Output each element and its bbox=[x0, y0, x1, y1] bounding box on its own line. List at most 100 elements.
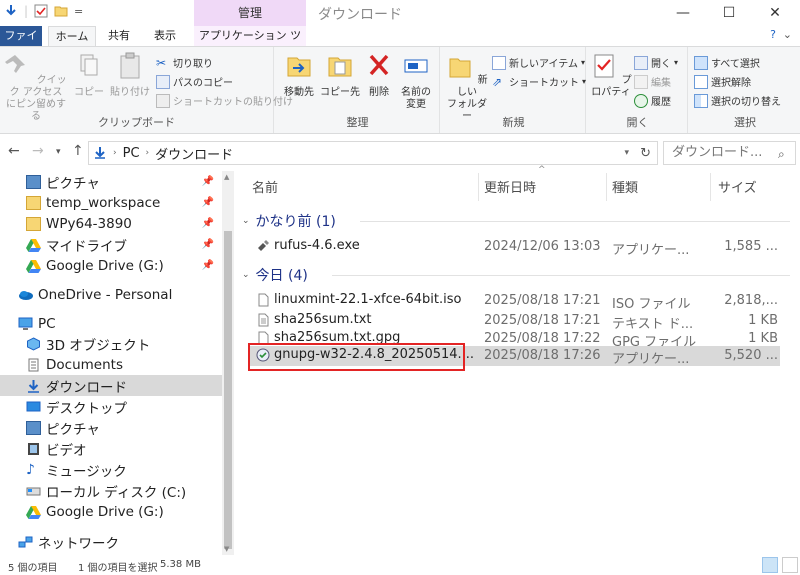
delete-label: 削除 bbox=[369, 87, 389, 98]
paste-button[interactable]: 貼り付け bbox=[110, 51, 150, 99]
new-folder-button[interactable]: 新しい フォルダー bbox=[444, 51, 490, 123]
column-header-size[interactable]: サイズ bbox=[718, 177, 757, 196]
rename-button[interactable]: 名前の 変更 bbox=[396, 51, 436, 111]
file-size: 1 KB bbox=[748, 313, 778, 328]
open-group: プロパティ 開く ▾ 編集 履歴 開く bbox=[588, 47, 688, 133]
scroll-up-icon[interactable]: ▲ bbox=[224, 173, 229, 181]
table-row[interactable]: sha256sum.txt 2025/08/18 17:21 テキスト ド...… bbox=[248, 311, 780, 332]
column-separator[interactable] bbox=[478, 173, 479, 201]
nav-item-network[interactable]: ネットワーク bbox=[0, 531, 222, 552]
group-header[interactable]: ⌄ 今日 (4) bbox=[242, 265, 792, 285]
status-item-count: 5 個の項目 bbox=[8, 563, 58, 574]
clipboard-group-label: クリップボード bbox=[98, 116, 175, 129]
close-button[interactable]: ✕ bbox=[752, 0, 798, 26]
copy-button[interactable]: コピー bbox=[72, 51, 106, 99]
scissors-icon: ✂ bbox=[156, 55, 167, 70]
copy-to-button[interactable]: コピー先 bbox=[320, 51, 360, 99]
nav-item-desktop[interactable]: デスクトップ bbox=[0, 396, 222, 417]
nav-item-wpy64[interactable]: WPy64-3890 📌 bbox=[0, 213, 222, 234]
open-button[interactable]: 開く ▾ bbox=[634, 55, 678, 70]
download-arrow-icon[interactable] bbox=[4, 4, 18, 18]
shortcut-button[interactable]: ⇗ ショートカット ▾ bbox=[492, 74, 586, 90]
delete-button[interactable]: 削除 bbox=[364, 51, 394, 99]
column-header-date[interactable]: 更新日時 bbox=[484, 177, 536, 196]
history-button[interactable]: 履歴 bbox=[634, 93, 671, 108]
new-folder-icon[interactable] bbox=[54, 4, 68, 18]
nav-item-documents[interactable]: Documents bbox=[0, 354, 222, 375]
ribbon-collapse-icon[interactable]: ⌄ bbox=[783, 28, 792, 41]
nav-item-temp-workspace[interactable]: temp_workspace 📌 bbox=[0, 192, 222, 213]
music-icon: ♪ bbox=[26, 461, 35, 478]
nav-item-onedrive[interactable]: OneDrive - Personal bbox=[0, 284, 222, 305]
address-dropdown-icon[interactable]: ▾ bbox=[624, 148, 629, 158]
nav-item-google-drive-pinned[interactable]: Google Drive (G:) 📌 bbox=[0, 255, 222, 276]
copy-path-icon bbox=[156, 74, 170, 89]
nav-item-music[interactable]: ♪ ミュージック bbox=[0, 459, 222, 480]
up-arrow-icon[interactable]: ↑ bbox=[72, 143, 84, 159]
address-bar[interactable]: › PC › ダウンロード ▾ ↻ bbox=[88, 141, 658, 165]
nav-item-my-drive[interactable]: マイドライブ 📌 bbox=[0, 234, 222, 255]
refresh-icon[interactable]: ↻ bbox=[640, 146, 651, 161]
nav-scrollbar-thumb[interactable] bbox=[224, 231, 232, 549]
status-size: 5.38 MB bbox=[160, 559, 201, 570]
maximize-button[interactable]: ☐ bbox=[706, 0, 752, 26]
forward-arrow-icon[interactable]: → bbox=[32, 143, 44, 159]
nav-scrollbar[interactable]: ▲ ▼ bbox=[222, 171, 234, 555]
back-arrow-icon[interactable]: ← bbox=[8, 143, 20, 159]
nav-item-downloads[interactable]: ダウンロード bbox=[0, 375, 222, 396]
qat-dropdown[interactable]: = bbox=[74, 5, 83, 18]
select-none-button[interactable]: 選択解除 bbox=[694, 74, 751, 89]
help-icon[interactable]: ? bbox=[770, 28, 776, 41]
table-row[interactable]: rufus-4.6.exe 2024/12/06 13:03 アプリケー... … bbox=[248, 237, 780, 258]
recent-locations-icon[interactable]: ▾ bbox=[56, 147, 61, 157]
copy-icon bbox=[80, 54, 98, 76]
nav-item-3d-objects[interactable]: 3D オブジェクト bbox=[0, 333, 222, 354]
nav-item-pc[interactable]: PC bbox=[0, 313, 222, 334]
nav-item-pictures[interactable]: ピクチャ bbox=[0, 417, 222, 438]
pin-quick-access-button[interactable]: クイック アクセス にピン留めする bbox=[4, 51, 68, 123]
table-row-selected[interactable]: gnupg-w32-2.4.8_20250514.... 2025/08/18 … bbox=[248, 346, 780, 367]
nav-item-local-disk[interactable]: ローカル ディスク (C:) bbox=[0, 480, 222, 501]
breadcrumb-downloads[interactable]: ダウンロード bbox=[155, 144, 233, 163]
tab-app-tools[interactable]: アプリケーション ツール bbox=[194, 26, 306, 62]
nav-item-pictures-pinned[interactable]: ピクチャ 📌 bbox=[0, 171, 222, 192]
invert-selection-button[interactable]: 選択の切り替え bbox=[694, 93, 781, 108]
scroll-down-icon[interactable]: ▼ bbox=[224, 545, 229, 553]
nav-item-google-drive[interactable]: Google Drive (G:) bbox=[0, 501, 222, 522]
ribbon-tabs: ファイル ホーム 共有 表示 アプリケーション ツール ⌄ ? bbox=[0, 26, 800, 62]
breadcrumb-separator-icon: › bbox=[113, 148, 117, 158]
tab-view[interactable]: 表示 bbox=[144, 26, 186, 46]
breadcrumb-pc[interactable]: PC bbox=[123, 146, 140, 161]
large-icons-view-icon[interactable] bbox=[782, 557, 798, 573]
ribbon: クイック アクセス にピン留めする コピー 貼り付け ✂ 切り取り パスのコピー… bbox=[0, 46, 800, 134]
nav-item-label: PC bbox=[38, 315, 56, 332]
table-row[interactable]: linuxmint-22.1-xfce-64bit.iso 2025/08/18… bbox=[248, 291, 780, 312]
details-view-icon[interactable] bbox=[762, 557, 778, 573]
select-all-icon bbox=[694, 55, 708, 70]
edit-icon bbox=[634, 74, 648, 89]
column-header-name[interactable]: 名前 bbox=[252, 177, 278, 196]
folder-icon bbox=[26, 195, 41, 210]
new-item-button[interactable]: 新しいアイテム ▾ bbox=[492, 55, 585, 70]
manage-label: 管理 bbox=[194, 0, 306, 26]
cut-button[interactable]: ✂ 切り取り bbox=[156, 55, 213, 71]
properties-check-icon[interactable] bbox=[34, 4, 48, 18]
minimize-button[interactable]: — bbox=[660, 0, 706, 26]
copy-path-button[interactable]: パスのコピー bbox=[156, 74, 233, 89]
edit-button[interactable]: 編集 bbox=[634, 74, 671, 89]
move-to-button[interactable]: 移動先 bbox=[280, 51, 318, 99]
properties-button[interactable]: プロパティ bbox=[590, 51, 632, 99]
rename-icon bbox=[404, 59, 428, 73]
tab-home[interactable]: ホーム bbox=[48, 26, 96, 46]
nav-item-videos[interactable]: ビデオ bbox=[0, 438, 222, 459]
column-separator[interactable] bbox=[606, 173, 607, 201]
tab-file[interactable]: ファイル bbox=[0, 26, 42, 62]
tab-share[interactable]: 共有 bbox=[98, 26, 140, 46]
group-header[interactable]: ⌄ かなり前 (1) bbox=[242, 211, 792, 231]
search-input[interactable]: ダウンロード... bbox=[663, 141, 796, 165]
organize-group: 移動先 コピー先 削除 名前の 変更 整理 bbox=[276, 47, 440, 133]
select-all-button[interactable]: すべて選択 bbox=[694, 55, 760, 70]
column-header-type[interactable]: 種類 bbox=[612, 177, 638, 196]
paste-shortcut-button[interactable]: ショートカットの貼り付け bbox=[156, 93, 293, 108]
column-separator[interactable] bbox=[710, 173, 711, 201]
